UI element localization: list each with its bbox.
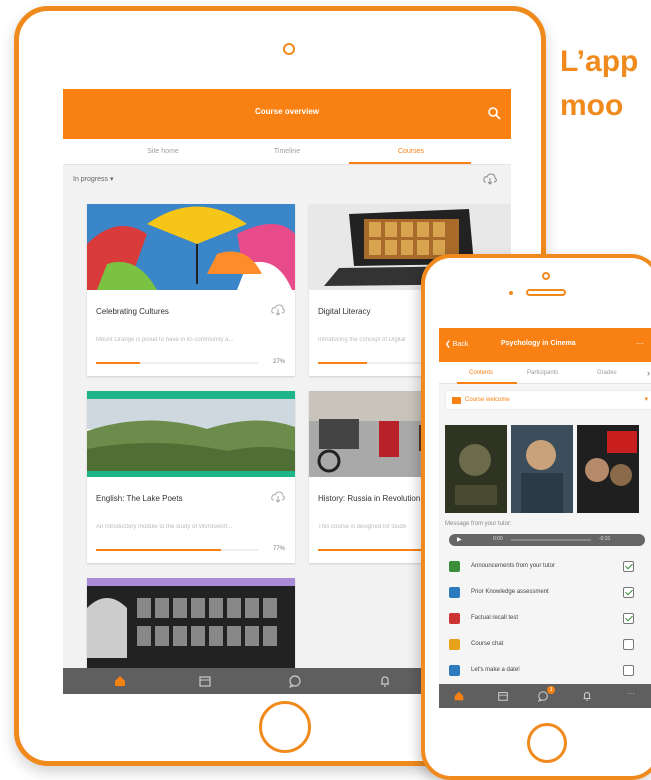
progress-bar <box>96 549 258 551</box>
movie-poster-image <box>445 425 507 513</box>
completion-checkbox[interactable] <box>623 587 634 598</box>
bottom-nav: 3 ··· <box>439 684 651 708</box>
tab-participants[interactable]: Participants <box>527 370 558 376</box>
phone-speaker <box>526 289 566 296</box>
chat-icon[interactable] <box>288 674 302 688</box>
tablet-home-button[interactable] <box>259 701 311 753</box>
phone-device: ❮ Back Psychology in Cinema ··· Contents… <box>421 254 651 780</box>
chat-bubble-icon <box>449 639 460 650</box>
bell-icon[interactable] <box>581 690 593 702</box>
activity-label: Factual recall test <box>471 615 519 621</box>
progress-fill <box>96 362 140 364</box>
phone-sensor <box>509 291 513 295</box>
message-label: Message from your tutor: <box>445 521 512 527</box>
promo-headline-line1: L’app <box>560 45 639 78</box>
phone-camera <box>542 272 550 280</box>
back-button[interactable]: ❮ Back <box>445 340 468 348</box>
tab-site-home[interactable]: Site home <box>103 148 223 155</box>
audio-player[interactable]: ▶ 0:00 -0:31 <box>449 534 645 546</box>
more-icon[interactable]: ··· <box>636 339 644 348</box>
notification-badge: 3 <box>547 686 555 694</box>
promo-headline: L’app moo <box>560 40 638 128</box>
cloud-download-icon[interactable] <box>271 304 285 316</box>
tab-contents[interactable]: Contents <box>469 370 493 376</box>
progress-percent: 27% <box>272 359 285 365</box>
home-icon[interactable] <box>453 690 465 702</box>
progress-fill <box>96 549 221 551</box>
tab-timeline[interactable]: Timeline <box>227 148 347 155</box>
course-card-lake-poets[interactable]: English: The Lake Poets An introductory … <box>87 391 295 563</box>
progress-fill <box>318 549 432 551</box>
course-description: Mount Orange is proud to have in its com… <box>96 337 234 343</box>
activity-row[interactable]: Prior Knowledge assessment <box>439 580 651 606</box>
app-showcase: L’app moo Course overview Site home Time… <box>0 0 651 780</box>
audio-remaining: -0:31 <box>599 536 611 542</box>
app-header: Course overview <box>63 89 511 139</box>
phone-home-button[interactable] <box>527 723 567 763</box>
progress-percent: 77% <box>272 546 285 552</box>
progress-fill <box>318 362 367 364</box>
folder-icon <box>452 397 461 404</box>
app-header: ❮ Back Psychology in Cinema ··· <box>439 328 651 362</box>
tab-grades[interactable]: Grades <box>597 370 617 376</box>
course-title: Digital Literacy <box>318 307 371 316</box>
course-title: History: Russia in Revolution <box>318 494 421 503</box>
course-image <box>87 391 295 477</box>
audio-seek-bar[interactable] <box>511 539 591 541</box>
completion-checkbox[interactable] <box>623 665 634 676</box>
progress-bar <box>96 362 258 364</box>
activity-row[interactable]: Announcements from your tutor <box>439 554 651 580</box>
search-icon[interactable] <box>487 106 501 120</box>
question-icon <box>449 587 460 598</box>
chevron-right-icon[interactable]: › <box>647 368 650 378</box>
tab-bar: Site home Timeline Courses <box>63 139 511 165</box>
phone-screen: ❮ Back Psychology in Cinema ··· Contents… <box>439 328 651 708</box>
course-image <box>87 578 295 668</box>
bell-icon[interactable] <box>378 674 392 688</box>
movie-poster-image <box>577 425 639 513</box>
more-icon[interactable]: ··· <box>627 689 635 698</box>
page-title: Course overview <box>254 107 320 116</box>
activity-label: Let's make a date! <box>471 667 520 673</box>
cloud-download-icon[interactable] <box>271 491 285 503</box>
play-icon[interactable]: ▶ <box>457 536 462 543</box>
tab-courses[interactable]: Courses <box>351 148 471 155</box>
cloud-download-icon[interactable] <box>483 173 497 185</box>
activity-label: Announcements from your tutor <box>471 563 556 569</box>
activity-row[interactable]: Let's make a date! <box>439 658 651 684</box>
section-header[interactable]: Course welcome ▾ <box>445 390 651 410</box>
page-title: Psychology in Cinema <box>501 340 576 347</box>
section-title: Course welcome <box>465 397 510 403</box>
course-title: English: The Lake Poets <box>96 494 183 503</box>
activity-label: Course chat <box>471 641 504 647</box>
tablet-camera <box>283 43 295 55</box>
question-icon <box>449 665 460 676</box>
home-icon[interactable] <box>113 674 127 688</box>
course-title: Celebrating Cultures <box>96 307 169 316</box>
active-tab-indicator <box>457 382 517 384</box>
forum-icon <box>449 561 460 572</box>
movie-poster-image <box>511 425 573 513</box>
course-card-5[interactable] <box>87 578 295 678</box>
completion-checkbox[interactable] <box>623 639 634 650</box>
course-card-celebrating-cultures[interactable]: Celebrating Cultures Mount Orange is pro… <box>87 204 295 376</box>
calendar-icon[interactable] <box>497 690 509 702</box>
promo-headline-line2: moo <box>560 89 624 122</box>
chevron-down-icon[interactable]: ▾ <box>644 395 648 403</box>
filter-dropdown[interactable]: In progress ▾ <box>73 175 113 183</box>
activity-label: Prior Knowledge assessment <box>471 589 549 595</box>
quiz-icon <box>449 613 460 624</box>
audio-time: 0:00 <box>493 536 503 542</box>
completion-checkbox[interactable] <box>623 561 634 572</box>
tab-bar: Contents Participants Grades › <box>439 362 651 384</box>
activity-row[interactable]: Course chat <box>439 632 651 658</box>
course-description: An introductory module to the study of W… <box>96 524 233 530</box>
course-image <box>87 204 295 290</box>
activity-row[interactable]: Factual recall test <box>439 606 651 632</box>
active-tab-indicator <box>349 162 471 164</box>
calendar-icon[interactable] <box>198 674 212 688</box>
completion-checkbox[interactable] <box>623 613 634 624</box>
